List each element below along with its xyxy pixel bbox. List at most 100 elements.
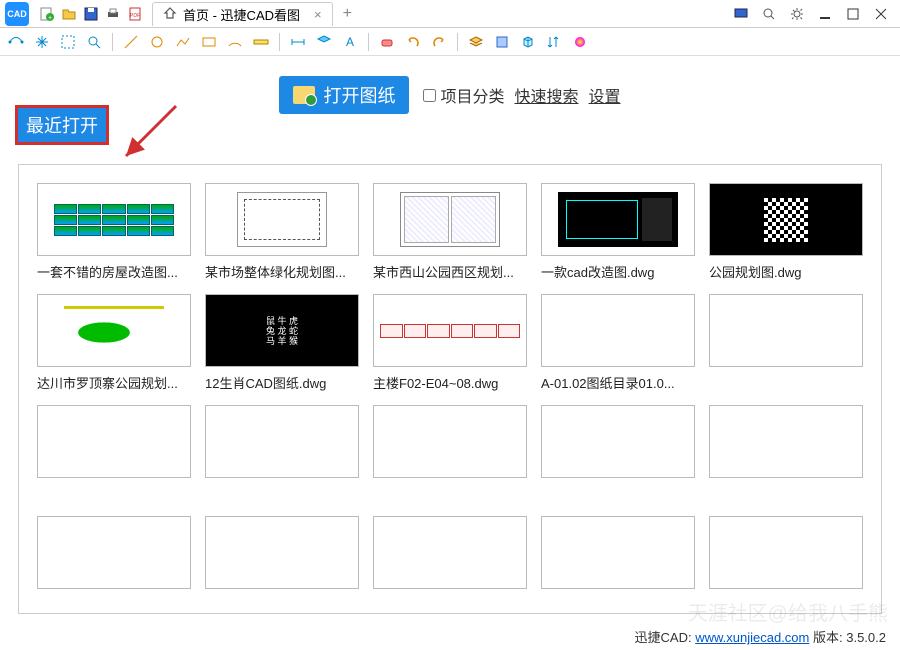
folder-icon (293, 86, 315, 104)
close-button[interactable] (872, 5, 890, 23)
file-card[interactable] (541, 405, 695, 502)
file-label (541, 484, 695, 502)
file-label (541, 595, 695, 613)
file-label (205, 595, 359, 613)
footer-brand: 迅捷CAD: (635, 630, 692, 645)
file-label: A-01.02图纸目录01.0... (541, 373, 695, 391)
footer-version-label: 版本: (813, 630, 843, 645)
file-card[interactable]: 达川市罗顶寨公园规划... (37, 294, 191, 391)
file-card[interactable]: 某市西山公园西区规划... (373, 183, 527, 280)
redo-icon[interactable] (429, 32, 449, 52)
color-wheel-icon[interactable] (570, 32, 590, 52)
gear-icon[interactable] (788, 5, 806, 23)
window-controls (732, 5, 900, 23)
line-icon[interactable] (121, 32, 141, 52)
file-card[interactable]: 公园规划图.dwg (709, 183, 863, 280)
block-icon[interactable] (492, 32, 512, 52)
file-grid: 一套不错的房屋改造图... 某市场整体绿化规划图... 某市西山公园西区规划..… (37, 183, 863, 613)
file-label: 一套不错的房屋改造图... (37, 262, 191, 280)
select-rect-icon[interactable] (58, 32, 78, 52)
file-card[interactable] (373, 516, 527, 613)
file-label: 达川市罗顶寨公园规划... (37, 373, 191, 391)
rectangle-icon[interactable] (199, 32, 219, 52)
file-card[interactable]: 鼠 牛 虎兔 龙 蛇马 羊 猴12生肖CAD图纸.dwg (205, 294, 359, 391)
file-card[interactable] (541, 516, 695, 613)
layers-stack-icon[interactable] (466, 32, 486, 52)
file-card[interactable] (709, 294, 863, 391)
pan-icon[interactable] (32, 32, 52, 52)
open-button-label: 打开图纸 (323, 82, 395, 108)
option-links: 项目分类 快速搜索 设置 (423, 83, 620, 107)
settings-link[interactable]: 设置 (589, 83, 621, 107)
footer: 迅捷CAD: www.xunjiecad.com 版本: 3.5.0.2 (635, 627, 886, 646)
measure-icon[interactable] (251, 32, 271, 52)
file-card[interactable] (373, 405, 527, 502)
file-label (709, 484, 863, 502)
file-label (373, 484, 527, 502)
svg-text:A: A (346, 35, 354, 49)
zoom-icon[interactable] (84, 32, 104, 52)
file-label: 一款cad改造图.dwg (541, 262, 695, 280)
save-icon[interactable] (82, 5, 100, 23)
quick-search-link[interactable]: 快速搜索 (514, 83, 578, 107)
monitor-icon[interactable] (732, 5, 750, 23)
file-label (709, 595, 863, 613)
recent-open-badge: 最近打开 (15, 105, 109, 145)
polyline-icon[interactable] (173, 32, 193, 52)
topbar: 打开图纸 项目分类 快速搜索 设置 (10, 76, 890, 114)
file-card[interactable] (709, 516, 863, 613)
maximize-button[interactable] (844, 5, 862, 23)
svg-text:PDF: PDF (130, 13, 140, 19)
file-card[interactable]: A-01.02图纸目录01.0... (541, 294, 695, 391)
content-area: 打开图纸 项目分类 快速搜索 设置 一套不错的房屋改造图... 某市场整体绿化规… (0, 56, 900, 632)
file-card[interactable] (709, 405, 863, 502)
file-label (373, 595, 527, 613)
cube-icon[interactable] (518, 32, 538, 52)
layer-icon[interactable] (314, 32, 334, 52)
print-icon[interactable] (104, 5, 122, 23)
file-card[interactable] (37, 516, 191, 613)
file-card[interactable]: 一款cad改造图.dwg (541, 183, 695, 280)
file-label (37, 484, 191, 502)
project-group-checkbox[interactable]: 项目分类 (423, 83, 504, 107)
tab-home[interactable]: 首页 - 迅捷CAD看图 × (152, 2, 333, 26)
close-icon[interactable]: × (314, 7, 322, 22)
quick-toolbar: + PDF (34, 5, 148, 23)
open-folder-icon[interactable] (60, 5, 78, 23)
svg-text:+: + (48, 15, 52, 21)
erase-icon[interactable] (377, 32, 397, 52)
sort-icon[interactable] (544, 32, 564, 52)
app-logo: CAD (0, 0, 34, 28)
file-label (37, 595, 191, 613)
snap-icon[interactable] (6, 32, 26, 52)
minimize-button[interactable] (816, 5, 834, 23)
file-label (205, 484, 359, 502)
file-card[interactable] (205, 405, 359, 502)
file-card[interactable] (205, 516, 359, 613)
pdf-icon[interactable]: PDF (126, 5, 144, 23)
recent-files-panel: 一套不错的房屋改造图... 某市场整体绿化规划图... 某市西山公园西区规划..… (18, 164, 882, 614)
file-card[interactable]: 某市场整体绿化规划图... (205, 183, 359, 280)
home-icon (163, 6, 177, 23)
dimension-icon[interactable] (288, 32, 308, 52)
file-card[interactable]: 主楼F02-E04~08.dwg (373, 294, 527, 391)
file-label: 某市场整体绿化规划图... (205, 262, 359, 280)
file-label: 公园规划图.dwg (709, 262, 863, 280)
search-small-icon[interactable] (760, 5, 778, 23)
file-label: 12生肖CAD图纸.dwg (205, 373, 359, 391)
main-toolbar: A (0, 28, 900, 56)
text-icon[interactable]: A (340, 32, 360, 52)
footer-url[interactable]: www.xunjiecad.com (695, 630, 809, 645)
file-card[interactable] (37, 405, 191, 502)
open-drawing-button[interactable]: 打开图纸 (279, 76, 409, 114)
tab-label: 首页 - 迅捷CAD看图 (183, 5, 300, 24)
file-label (709, 373, 863, 391)
titlebar: CAD + PDF 首页 - 迅捷CAD看图 × + (0, 0, 900, 28)
new-file-icon[interactable]: + (38, 5, 56, 23)
circle-icon[interactable] (147, 32, 167, 52)
undo-icon[interactable] (403, 32, 423, 52)
file-label: 主楼F02-E04~08.dwg (373, 373, 527, 391)
arc-icon[interactable] (225, 32, 245, 52)
file-card[interactable]: 一套不错的房屋改造图... (37, 183, 191, 280)
new-tab-button[interactable]: + (343, 5, 352, 23)
